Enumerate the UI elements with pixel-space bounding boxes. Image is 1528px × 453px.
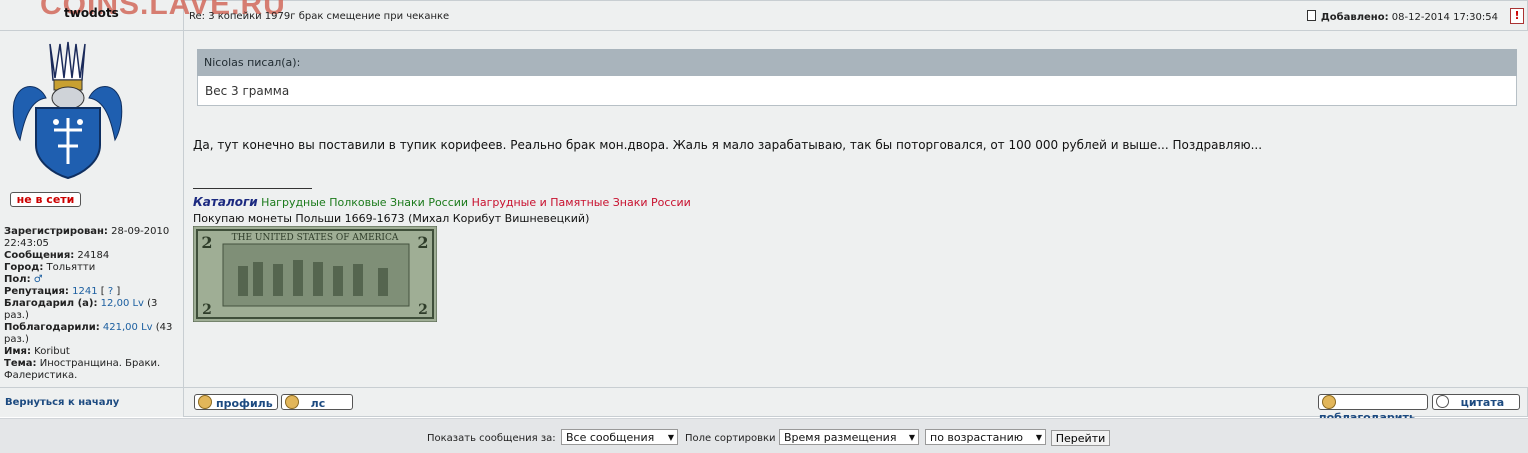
got-thanks-link[interactable]: 421,00 Lv: [103, 322, 153, 333]
profile-user-icon: [198, 395, 212, 409]
chevron-down-icon: ▼: [1035, 433, 1042, 442]
author-nickname[interactable]: twodots: [64, 6, 119, 20]
reputation-link[interactable]: 1241: [72, 286, 97, 297]
chevron-down-icon: ▼: [667, 433, 674, 442]
post-subject: Re: 3 копейки 1979г брак смещение при че…: [189, 11, 450, 22]
thanked-link[interactable]: 12,00 Lv: [101, 298, 144, 309]
quote-button[interactable]: цитата: [1432, 394, 1520, 410]
signature-link-regimental[interactable]: Нагрудные Полковые Знаки России: [261, 196, 468, 209]
signature-catalog-label: Каталоги: [193, 195, 258, 209]
plume-icon: [49, 41, 86, 81]
show-messages-label: Показать сообщения за:: [427, 433, 556, 444]
reputation-help-link[interactable]: ?: [108, 286, 113, 297]
signature-links: Каталоги Нагрудные Полковые Знаки России…: [193, 195, 691, 209]
go-button[interactable]: Перейти: [1051, 430, 1110, 446]
bill-denomination-right: 2: [417, 233, 428, 252]
chevron-down-icon: ▼: [908, 433, 915, 442]
users-icon: [285, 395, 299, 409]
quote-text: Вес 3 грамма: [197, 76, 1517, 106]
bill-header-text: THE UNITED STATES OF AMERICA: [232, 233, 399, 243]
bill-denomination-bottom-right: 2: [418, 302, 428, 318]
added-value: 08-12-2014 17:30:54: [1391, 12, 1498, 23]
thumbs-up-icon: [1322, 395, 1336, 409]
added-label: Добавлено:: [1320, 12, 1389, 23]
speech-bubble-icon: [1436, 395, 1449, 408]
private-message-button[interactable]: лс: [281, 394, 353, 410]
signature-link-commemorative[interactable]: Нагрудные и Памятные Знаки России: [472, 196, 691, 209]
coat-of-arms-avatar: [12, 41, 123, 180]
online-status-badge: не в сети: [10, 192, 81, 207]
back-to-top-link[interactable]: Вернуться к началу: [5, 397, 119, 408]
thank-button[interactable]: поблагодарить: [1318, 394, 1428, 424]
report-post-icon[interactable]: !: [1510, 8, 1524, 24]
male-icon: ♂: [33, 274, 43, 285]
bill-denomination-left: 2: [201, 233, 212, 252]
user-info: Зарегистрирован: 28-09-2010 22:43:05 Соо…: [4, 226, 173, 381]
sort-order-select[interactable]: по возрастанию ▼: [925, 429, 1046, 445]
sort-field-select[interactable]: Время размещения ▼: [779, 429, 919, 445]
quote-header: Nicolas писал(а):: [197, 49, 1517, 76]
profile-button[interactable]: профиль: [194, 394, 278, 410]
post-message: Да, тут конечно вы поставили в тупик кор…: [193, 138, 1263, 152]
signature-buying-text: Покупаю монеты Польши 1669-1673 (Михал К…: [193, 212, 590, 225]
bill-denomination-bottom-left: 2: [202, 302, 212, 318]
period-select[interactable]: Все сообщения ▼: [561, 429, 678, 445]
post-document-icon[interactable]: [1306, 10, 1316, 21]
sort-field-label: Поле сортировки: [685, 433, 776, 444]
two-dollar-bill-image: THE UNITED STATES OF AMERICA 2 2 2 2: [193, 226, 437, 322]
signature-divider: [193, 188, 312, 189]
post-date: Добавлено: 08-12-2014 17:30:54: [1306, 10, 1498, 23]
